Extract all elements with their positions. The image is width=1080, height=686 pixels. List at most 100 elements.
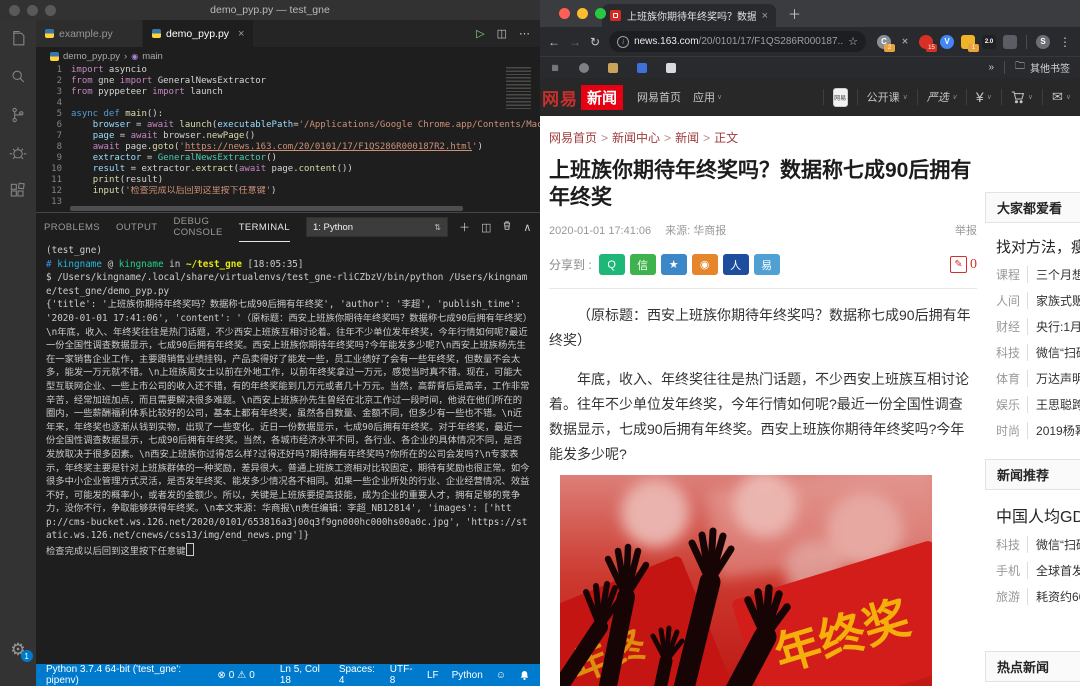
minimize-window-button[interactable] — [577, 8, 588, 19]
panel-tab-output[interactable]: OUTPUT — [116, 213, 157, 241]
reload-icon[interactable]: ↻ — [590, 35, 600, 49]
close-window-button[interactable] — [9, 5, 20, 16]
sidebar-item[interactable]: 人间家族式贩毒的命 — [996, 292, 1080, 309]
bookmark-item[interactable] — [579, 63, 594, 73]
bookmarks-overflow-icon[interactable]: » — [988, 62, 994, 73]
comment-widget[interactable]: ✎ 0 — [950, 256, 977, 273]
vscode-titlebar[interactable]: demo_pyp.py — test_gne — [0, 0, 540, 20]
run-python-icon[interactable]: ▷ — [476, 27, 484, 40]
sidebar-item-link[interactable]: 家族式贩毒的命 — [1027, 292, 1080, 309]
breadcrumb-link[interactable]: 新闻 — [675, 131, 699, 145]
minimize-window-button[interactable] — [27, 5, 38, 16]
breadcrumb-link[interactable]: 正文 — [714, 131, 738, 145]
kill-terminal-icon[interactable] — [502, 220, 512, 234]
new-terminal-icon[interactable]: ＋ — [459, 219, 470, 235]
nav-mail[interactable]: ✉∨ — [1042, 89, 1080, 105]
url-text[interactable]: news.163.com/20/0101/17/F1QS286R000187..… — [634, 36, 843, 47]
debug-icon[interactable] — [7, 142, 29, 164]
problems-status[interactable]: ⊗ 0 ⚠ 0 — [217, 670, 254, 681]
settings-gear-icon[interactable]: ⚙1 — [10, 640, 25, 660]
split-terminal-icon[interactable]: ◫ — [481, 221, 491, 234]
article-source[interactable]: 来源: 华商报 — [665, 222, 726, 238]
nav-cart[interactable]: ∨ — [1001, 89, 1042, 105]
editor-tab[interactable]: demo_pyp.py× — [143, 20, 254, 47]
nav-mobile-app[interactable]: 网易 — [823, 89, 857, 105]
other-bookmarks-folder[interactable]: 🗀其他书签 — [1015, 59, 1070, 76]
horizontal-scrollbar[interactable] — [70, 206, 463, 211]
extension-icon[interactable]: C2 — [877, 35, 891, 49]
sidebar-item-link[interactable]: 万达声明:不可能 — [1027, 370, 1080, 387]
chrome-menu-icon[interactable]: ⋮ — [1059, 35, 1072, 49]
profile-avatar[interactable]: S — [1036, 35, 1050, 49]
python-interpreter-status[interactable]: Python 3.7.4 64-bit ('test_gne': pipenv) — [46, 664, 205, 686]
extension-icon[interactable]: ✕ — [898, 35, 912, 49]
extension-icon[interactable]: V — [940, 35, 954, 49]
address-bar[interactable]: i news.163.com/20/0101/17/F1QS286R000187… — [609, 31, 866, 52]
sidebar-item[interactable]: 时尚2019杨幂靠少女 — [996, 422, 1080, 439]
netease-logo[interactable]: 网易 新闻 — [540, 85, 623, 110]
indentation-status[interactable]: Spaces: 4 — [339, 664, 377, 686]
bookmark-item[interactable] — [666, 63, 681, 73]
terminal[interactable]: (test_gne)# kingname @ kingname in ~/tes… — [36, 241, 540, 664]
more-actions-icon[interactable]: ⋯ — [519, 27, 530, 40]
sidebar-item-link[interactable]: 2019杨幂靠少女 — [1027, 422, 1080, 439]
sidebar-item[interactable]: 手机全球首发865！ — [996, 562, 1080, 579]
search-icon[interactable] — [7, 66, 29, 88]
panel-tab-terminal[interactable]: TERMINAL — [239, 213, 290, 242]
zoom-window-button[interactable] — [45, 5, 56, 16]
sidebar-item[interactable]: 娱乐王思聪跨年现身 — [996, 396, 1080, 413]
sidebar-item-link[interactable]: 微信“扫码支付” — [1027, 536, 1080, 553]
notifications-bell-icon[interactable] — [519, 670, 530, 681]
terminal-shell-select[interactable]: 1: Python⇅ — [306, 217, 448, 237]
breadcrumb-link[interactable]: 网易首页 — [549, 131, 597, 145]
minimap[interactable] — [506, 67, 531, 109]
eol-status[interactable]: LF — [427, 664, 439, 686]
breadcrumb[interactable]: demo_pyp.py › ◉ main — [36, 47, 540, 65]
explorer-icon[interactable] — [7, 28, 29, 50]
share-weibo-icon[interactable]: ◉ — [692, 254, 718, 275]
sidebar-item[interactable]: 体育万达声明:不可能 — [996, 370, 1080, 387]
extension-icon[interactable]: 2.0 — [982, 35, 996, 49]
share-wechat-icon[interactable]: 信 — [630, 254, 656, 275]
breadcrumb-link[interactable]: 新闻中心 — [612, 131, 660, 145]
bookmark-star-icon[interactable]: ☆ — [848, 35, 858, 48]
sidebar-item-link[interactable]: 王思聪跨年现身 — [1027, 396, 1080, 413]
sidebar-headline[interactable]: 中国人均GDP将迈 — [996, 503, 1080, 527]
breadcrumb-symbol[interactable]: main — [142, 51, 163, 62]
source-control-icon[interactable] — [7, 104, 29, 126]
nav-pay[interactable]: ¥∨ — [966, 89, 1001, 105]
split-editor-icon[interactable]: ◫ — [497, 27, 507, 40]
browser-tab[interactable]: 上班族你期待年终奖吗？数据称 × — [602, 4, 776, 27]
extension-icon[interactable] — [1003, 35, 1017, 49]
extension-icon[interactable]: 1 — [961, 35, 975, 49]
sidebar-item[interactable]: 课程三个月想上名校 — [996, 266, 1080, 283]
sidebar-item[interactable]: 财经央行:1月6日下调 — [996, 318, 1080, 335]
extension-icon[interactable]: 15 — [919, 35, 933, 49]
code-editor[interactable]: 1import asyncio2from gne import GeneralN… — [36, 65, 540, 212]
nav-yanxuan[interactable]: 严选∨ — [917, 89, 966, 105]
editor-tab[interactable]: example.py — [36, 20, 143, 47]
sidebar-item-link[interactable]: 全球首发865！ — [1027, 562, 1080, 579]
sidebar-headline[interactable]: 找对方法，瘦身秘籍 — [996, 236, 1080, 257]
share-renren-icon[interactable]: 人 — [723, 254, 749, 275]
cursor-position-status[interactable]: Ln 5, Col 18 — [280, 664, 326, 686]
sidebar-item[interactable]: 科技微信“扫码支付” — [996, 344, 1080, 361]
forward-icon[interactable]: → — [569, 35, 581, 49]
breadcrumb-file[interactable]: demo_pyp.py — [63, 51, 120, 62]
zoom-window-button[interactable] — [595, 8, 606, 19]
encoding-status[interactable]: UTF-8 — [390, 664, 414, 686]
window-controls[interactable] — [9, 5, 56, 16]
nav-open-course[interactable]: 公开课∨ — [857, 89, 917, 105]
sidebar-item-link[interactable]: 央行:1月6日下调 — [1027, 318, 1080, 335]
panel-tab-problems[interactable]: PROBLEMS — [44, 213, 100, 241]
new-tab-button[interactable]: ＋ — [788, 4, 801, 23]
chrome-window-controls[interactable] — [559, 8, 606, 19]
nav-home-link[interactable]: 网易首页 — [637, 89, 681, 105]
nav-apps-link[interactable]: 应用∨ — [693, 89, 722, 105]
sidebar-item-link[interactable]: 三个月想上名校 — [1027, 266, 1080, 283]
close-tab-icon[interactable]: × — [762, 10, 768, 22]
close-window-button[interactable] — [559, 8, 570, 19]
bookmark-item[interactable] — [608, 63, 623, 73]
feedback-smiley-icon[interactable]: ☺ — [496, 670, 506, 681]
back-icon[interactable]: ← — [548, 35, 560, 49]
